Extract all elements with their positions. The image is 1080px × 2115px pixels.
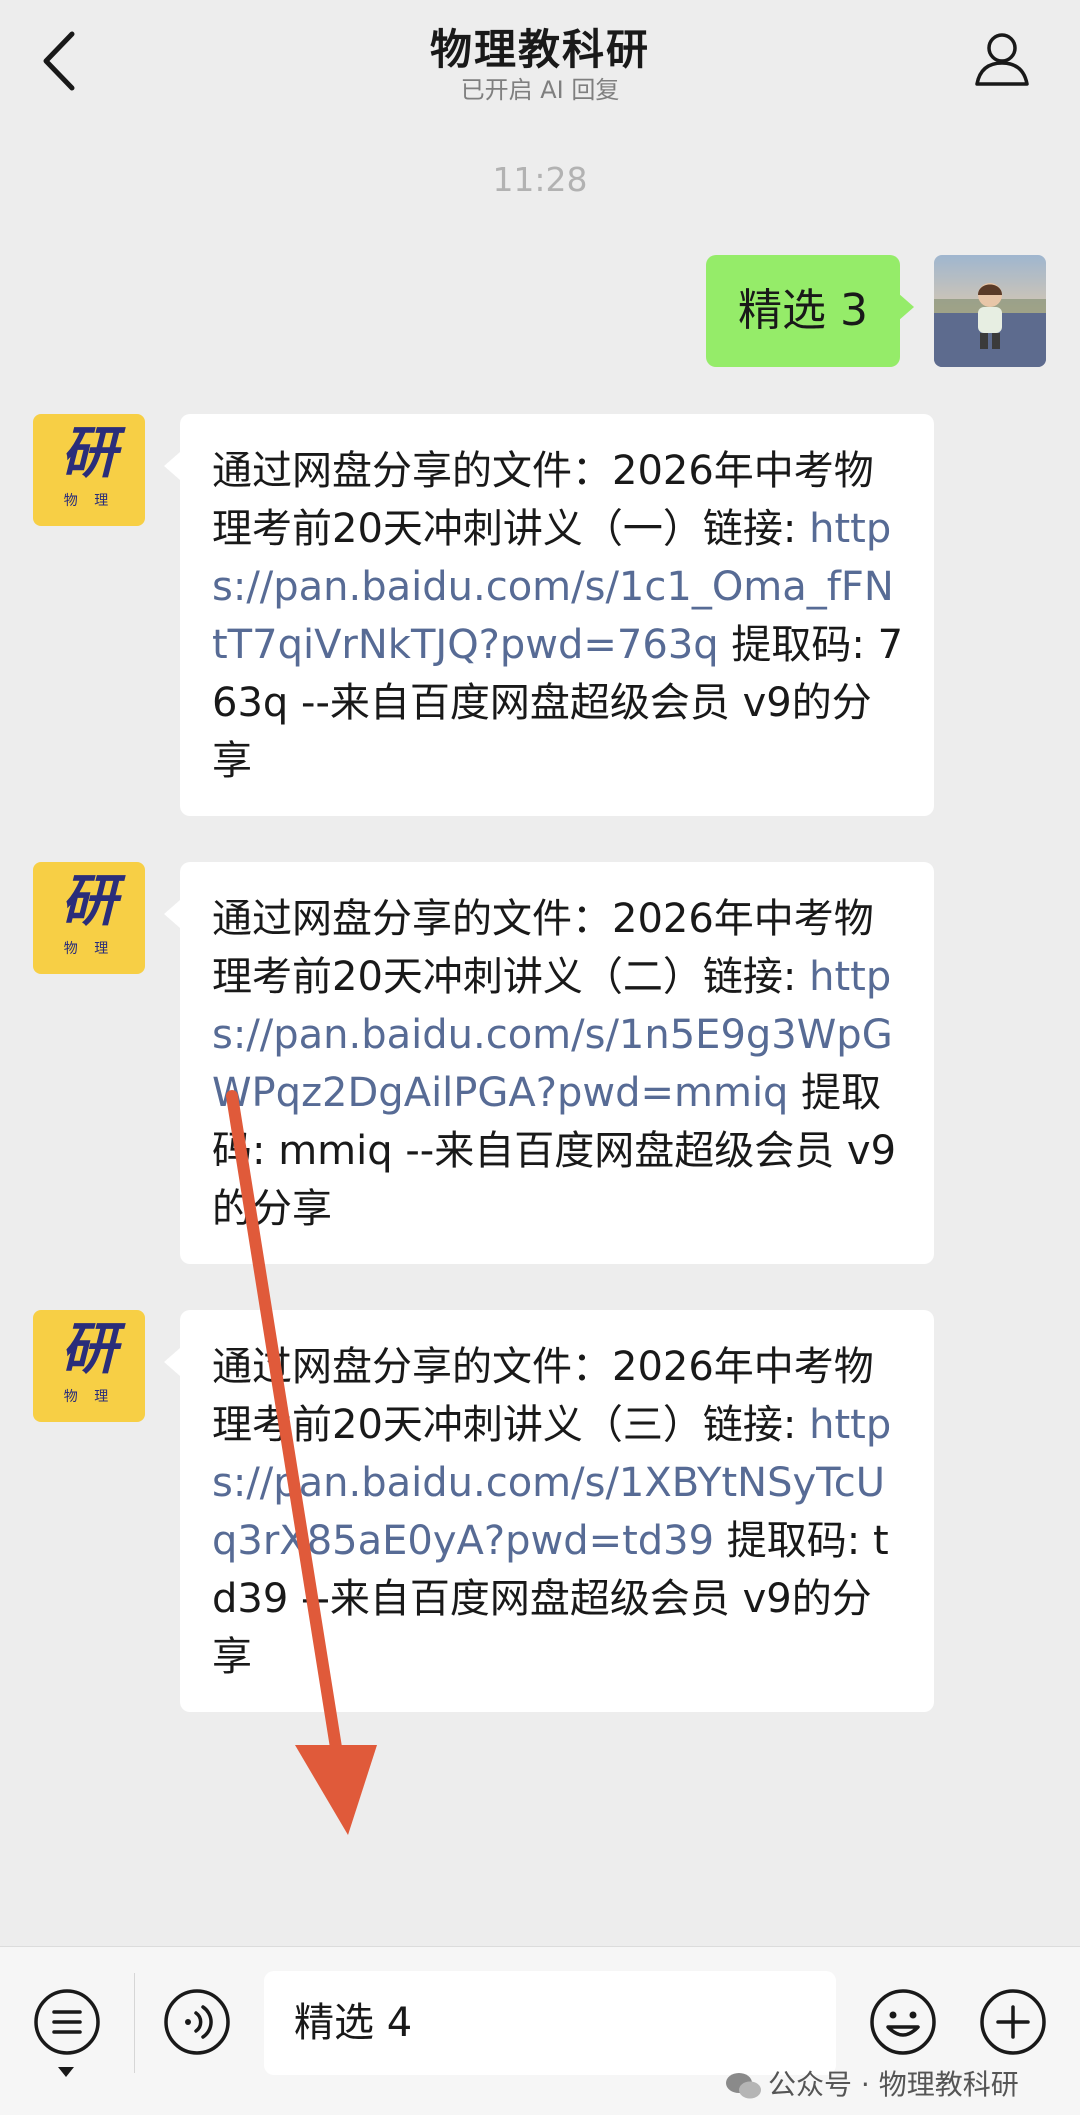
person-icon[interactable] [972, 28, 1032, 88]
voice-icon[interactable] [160, 1985, 234, 2059]
avatar-logo-text: 研 [61, 1317, 117, 1382]
message-text: 通过网盘分享的文件：2026年中考物理考前20天冲刺讲义（一）链接: [212, 448, 874, 552]
watermark-text: 公众号 · 物理教科研 [768, 2068, 1019, 2101]
bot-avatar[interactable]: 研 物 理 [33, 1310, 145, 1422]
avatar-logo-subtext: 物 理 [63, 941, 115, 957]
bot-message-bubble[interactable]: 通过网盘分享的文件：2026年中考物理考前20天冲刺讲义（一）链接: https… [164, 414, 934, 816]
chat-header: 物理教科研 已开启 AI 回复 [0, 0, 1080, 110]
avatar-logo-subtext: 物 理 [63, 493, 115, 509]
message-timestamp: 11:28 [492, 160, 588, 199]
message-text: 通过网盘分享的文件：2026年中考物理考前20天冲刺讲义（二）链接: [212, 896, 874, 1000]
bot-message-bubble[interactable]: 通过网盘分享的文件：2026年中考物理考前20天冲刺讲义（二）链接: https… [164, 862, 934, 1264]
message-input[interactable]: 精选 4 [264, 1971, 836, 2075]
my-message-bubble[interactable]: 精选 3 [706, 255, 914, 367]
chat-subtitle: 已开启 AI 回复 [460, 76, 620, 104]
wechat-icon [726, 2073, 761, 2099]
message-text: 通过网盘分享的文件：2026年中考物理考前20天冲刺讲义（三）链接: [212, 1344, 874, 1448]
avatar-photo [934, 255, 1046, 367]
divider [134, 1973, 135, 2073]
bot-message-bubble[interactable]: 通过网盘分享的文件：2026年中考物理考前20天冲刺讲义（三）链接: https… [164, 1310, 934, 1712]
avatar-logo-text: 研 [61, 421, 117, 486]
avatar-logo-subtext: 物 理 [63, 1389, 115, 1405]
chat-title: 物理教科研 [429, 25, 650, 74]
watermark: 公众号 · 物理教科研 [724, 2063, 1019, 2103]
avatar-logo-text: 研 [61, 869, 117, 934]
emoji-icon[interactable] [866, 1985, 940, 2059]
bot-avatar[interactable]: 研 物 理 [33, 414, 145, 526]
plus-icon[interactable] [976, 1985, 1050, 2059]
menu-list-icon[interactable] [30, 1985, 104, 2059]
my-avatar[interactable] [934, 255, 1046, 367]
bot-avatar[interactable]: 研 物 理 [33, 862, 145, 974]
caret-down-icon [58, 2067, 74, 2077]
